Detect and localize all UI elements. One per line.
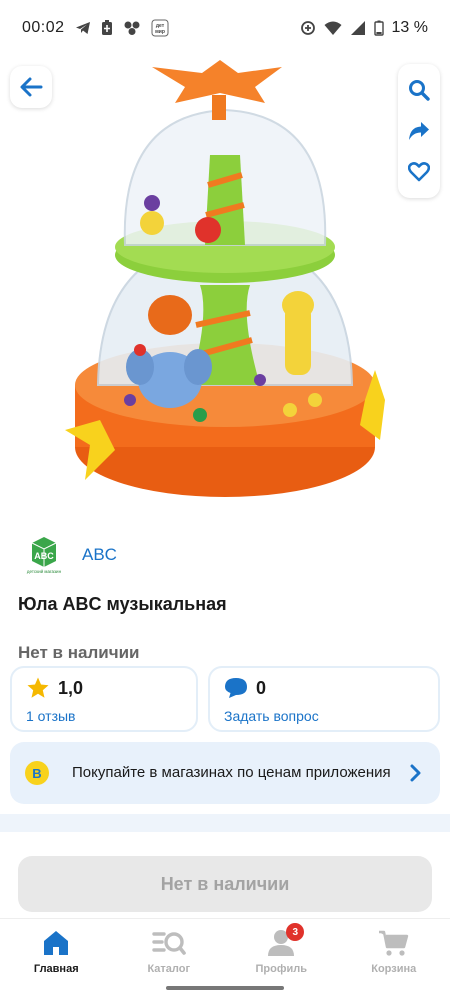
questions-card[interactable]: 0 Задать вопрос <box>208 666 440 732</box>
cart-icon <box>377 927 411 959</box>
out-of-stock-button[interactable]: Нет в наличии <box>18 856 432 912</box>
brand-logo: ABC детский магазин <box>24 535 64 575</box>
telegram-icon <box>75 20 91 36</box>
gesture-bar[interactable] <box>166 986 284 990</box>
product-actions <box>398 64 440 198</box>
chevron-right-icon <box>406 764 426 782</box>
ask-question-link[interactable]: Задать вопрос <box>224 708 424 724</box>
share-button[interactable] <box>401 113 437 149</box>
heart-icon <box>408 161 430 181</box>
svg-text:детский магазин: детский магазин <box>27 568 62 574</box>
section-divider <box>0 814 450 832</box>
star-icon <box>27 677 49 698</box>
arrow-left-icon <box>20 77 43 97</box>
store-price-banner[interactable]: B Покупайте в магазинах по ценам приложе… <box>10 742 440 804</box>
reviews-link[interactable]: 1 отзыв <box>26 708 182 724</box>
dots-app-icon <box>123 20 141 36</box>
catalog-search-icon <box>152 927 186 959</box>
questions-count: 0 <box>256 677 267 698</box>
coin-icon: B <box>24 760 50 786</box>
back-button[interactable] <box>10 66 52 108</box>
signal-icon <box>350 20 366 36</box>
nav-cart-label: Корзина <box>371 963 417 975</box>
chat-bubble-icon <box>225 678 247 698</box>
brand-link[interactable]: ABC <box>82 545 117 565</box>
battery-percent: 13 % <box>391 19 428 36</box>
nav-catalog-label: Каталог <box>147 963 191 975</box>
nav-profile-label: Профиль <box>255 963 307 975</box>
product-screen: 00:02 дет мир 13 % ABC детский магазин A… <box>0 0 450 1000</box>
search-button[interactable] <box>401 72 437 108</box>
rating-card[interactable]: 1,0 1 отзыв <box>10 666 198 732</box>
bottom-navigation: Главная Каталог 3 Профиль Корзина <box>0 918 450 1000</box>
favorite-button[interactable] <box>401 154 437 190</box>
battery-icon <box>373 20 384 36</box>
search-icon <box>409 80 430 102</box>
rating-value: 1,0 <box>58 677 84 698</box>
wifi-icon <box>324 20 342 36</box>
brand-row[interactable]: ABC детский магазин ABC <box>24 535 117 575</box>
product-title: Юла ABC музыкальная <box>18 594 227 614</box>
detmir-icon: дет мир <box>151 19 169 37</box>
svg-text:ABC: ABC <box>34 551 54 561</box>
data-saver-icon <box>300 20 316 36</box>
svg-text:мир: мир <box>155 29 165 35</box>
nav-cart[interactable]: Корзина <box>338 919 450 1000</box>
profile-notification-badge: 3 <box>286 923 305 941</box>
promo-text: Покупайте в магазинах по ценам приложени… <box>72 764 391 781</box>
nav-home-label: Главная <box>33 963 79 975</box>
svg-text:B: B <box>32 766 41 781</box>
nav-home[interactable]: Главная <box>0 919 113 1000</box>
home-icon <box>39 927 73 959</box>
availability-status: Нет в наличии <box>18 643 140 662</box>
product-image[interactable] <box>60 55 390 510</box>
status-bar: 00:02 дет мир 13 % <box>0 0 450 56</box>
battery-saver-icon <box>101 20 113 36</box>
share-icon <box>409 121 429 140</box>
profile-icon: 3 <box>264 923 305 959</box>
status-time: 00:02 <box>22 19 65 36</box>
